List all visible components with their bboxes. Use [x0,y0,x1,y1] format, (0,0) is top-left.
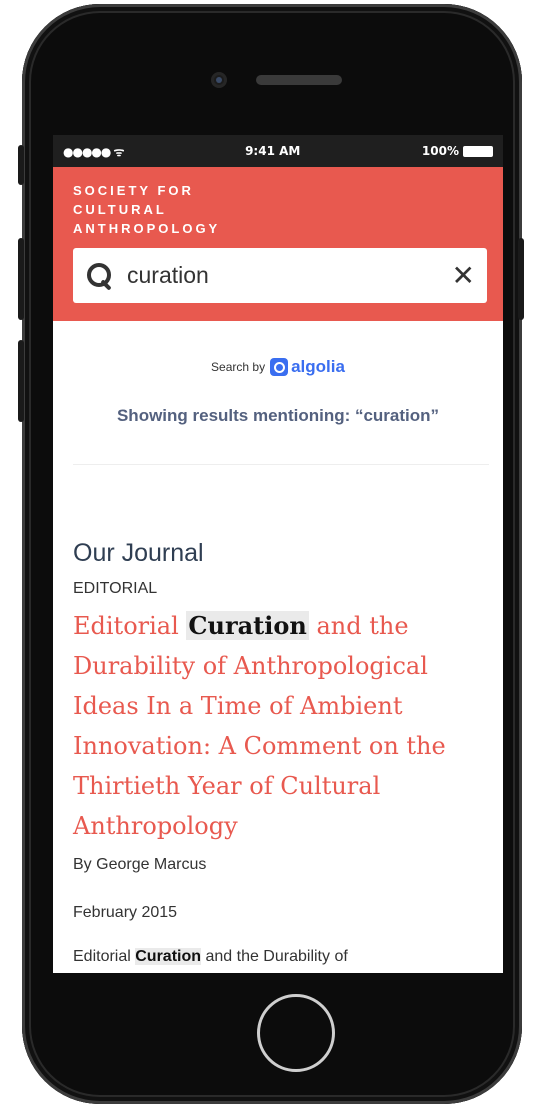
algolia-name: algolia [291,357,345,376]
result-date: February 2015 [73,904,178,921]
speaker-grille [256,75,342,85]
battery-percent: 100% [421,144,459,158]
excerpt-text: Editorial [73,948,136,965]
home-button[interactable] [257,994,335,1072]
divider [73,464,489,465]
front-camera-icon [211,72,227,88]
search-results: Our Journal EDITORIAL Editorial Curation… [53,539,503,966]
result-category: EDITORIAL [73,580,158,597]
algolia-icon [270,358,289,376]
battery-icon [463,145,493,157]
brand-line: SOCIETY FOR [73,183,194,198]
signal-icon: ●●●●● ᯤ [63,144,124,159]
title-highlight: Curation [186,611,309,640]
search-input[interactable] [127,262,452,289]
site-header: SOCIETY FOR CULTURAL ANTHROPOLOGY ✕ [53,167,503,321]
power-button [518,238,524,320]
search-bar: ✕ [73,248,487,303]
result-author: By George Marcus [73,856,207,873]
battery-indicator: 100% [422,144,493,158]
site-logo[interactable]: SOCIETY FOR CULTURAL ANTHROPOLOGY [73,181,487,238]
title-text: Editorial [73,612,187,640]
brand-line: CULTURAL [73,202,167,217]
clear-search-icon[interactable]: ✕ [452,259,475,292]
search-by-label: Search by [211,360,266,374]
volume-down-button [18,340,24,422]
result-excerpt: Editorial Curation and the Durability of [73,948,483,966]
excerpt-text: and the Durability of [201,948,348,965]
search-by-algolia: Search by algolia [53,357,503,377]
results-summary: Showing results mentioning: “curation” [116,406,440,425]
section-title: Our Journal [73,539,204,567]
status-bar: ●●●●● ᯤ 9:41 AM 100% [53,135,503,167]
algolia-logo[interactable]: algolia [270,357,345,377]
result-title-link[interactable]: Editorial Curation and the Durability of… [73,606,483,846]
status-time: 9:41 AM [245,144,301,158]
phone-screen: ●●●●● ᯤ 9:41 AM 100% SOCIETY FOR CULTURA… [53,135,503,973]
title-text: and the Durability of Anthropological Id… [73,612,446,840]
volume-up-button [18,238,24,320]
mute-switch [18,145,24,185]
excerpt-highlight: Curation [135,948,202,965]
signal-indicator: ●●●●● ᯤ [63,143,124,160]
search-icon [85,261,115,291]
brand-line: ANTHROPOLOGY [73,221,221,236]
